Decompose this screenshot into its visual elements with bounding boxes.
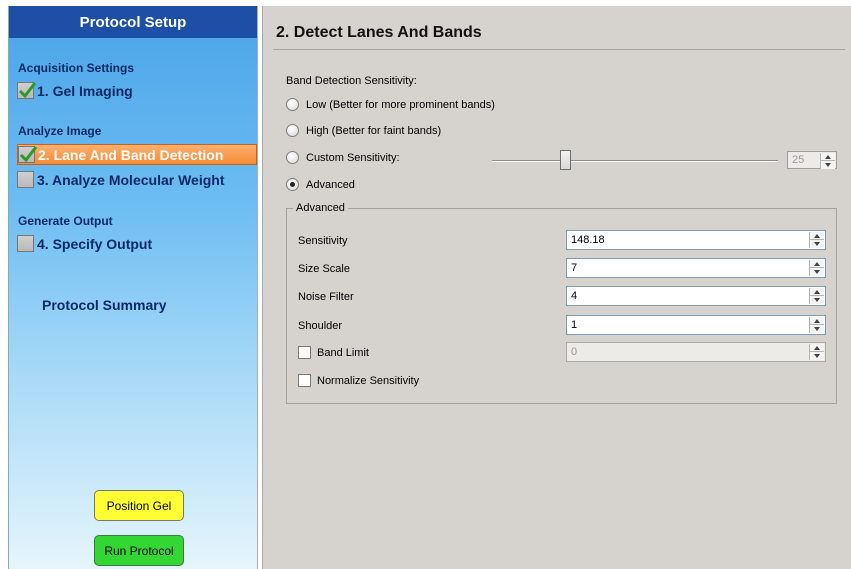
shoulder-label: Shoulder — [298, 320, 343, 332]
sensitivity-heading: Band Detection Sensitivity: — [286, 75, 417, 87]
normalize-sensitivity-checkbox[interactable] — [298, 374, 311, 387]
step-label: 4. Specify Output — [37, 235, 153, 252]
section-acquisition-settings: Acquisition Settings — [18, 61, 135, 75]
sensitivity-label: Sensitivity — [298, 235, 348, 247]
step-analyze-molecular-weight[interactable]: 3. Analyze Molecular Weight — [17, 169, 257, 190]
spinner-arrows-icon[interactable] — [809, 317, 824, 333]
protocol-sidebar: Protocol Setup Acquisition Settings 1. G… — [8, 6, 258, 569]
band-limit-label[interactable]: Band Limit — [317, 347, 369, 359]
checkbox-unchecked-icon — [17, 235, 34, 252]
page-title: 2. Detect Lanes And Bands — [276, 24, 482, 41]
band-limit-checkbox[interactable] — [298, 346, 311, 359]
sensitivity-slider-track[interactable] — [492, 160, 778, 162]
step-label: 3. Analyze Molecular Weight — [37, 171, 225, 188]
sensitivity-input[interactable]: 148.18 — [566, 230, 826, 250]
spinner-arrows-icon[interactable] — [809, 260, 824, 276]
size-scale-label: Size Scale — [298, 263, 350, 275]
section-analyze-image: Analyze Image — [18, 124, 102, 138]
checkbox-checked-icon — [18, 146, 38, 163]
spinner-arrows-icon[interactable] — [809, 344, 824, 360]
protocol-summary-link[interactable]: Protocol Summary — [42, 297, 166, 313]
noise-filter-value: 4 — [571, 290, 578, 302]
radio-custom[interactable] — [286, 151, 299, 164]
custom-sensitivity-field[interactable]: 25 — [787, 151, 837, 169]
spinner-arrows-icon[interactable] — [809, 288, 824, 304]
sidebar-header: Protocol Setup — [9, 6, 257, 38]
radio-low[interactable] — [286, 98, 299, 111]
step-specify-output[interactable]: 4. Specify Output — [17, 233, 257, 254]
radio-custom-label[interactable]: Custom Sensitivity: — [306, 152, 400, 164]
size-scale-input[interactable]: 7 — [566, 258, 826, 278]
sensitivity-slider-thumb[interactable] — [560, 150, 571, 170]
step-label: 1. Gel Imaging — [37, 82, 133, 99]
band-limit-value: 0 — [571, 346, 578, 358]
normalize-sensitivity-label[interactable]: Normalize Sensitivity — [317, 375, 419, 387]
sensitivity-value: 148.18 — [571, 234, 605, 246]
radio-high-label[interactable]: High (Better for faint bands) — [306, 125, 441, 137]
size-scale-value: 7 — [571, 262, 578, 274]
radio-advanced[interactable] — [286, 178, 299, 191]
checkbox-checked-icon — [17, 82, 37, 99]
spinner-arrows-icon[interactable] — [820, 153, 835, 169]
shoulder-input[interactable]: 1 — [566, 315, 826, 335]
shoulder-value: 1 — [571, 319, 578, 331]
noise-filter-label: Noise Filter — [298, 291, 354, 303]
run-protocol-button[interactable]: Run Protocol — [94, 535, 184, 566]
custom-sensitivity-value: 25 — [792, 154, 805, 166]
position-gel-button[interactable]: Position Gel — [94, 490, 184, 521]
radio-high[interactable] — [286, 124, 299, 137]
radio-low-label[interactable]: Low (Better for more prominent bands) — [306, 99, 495, 111]
checkbox-unchecked-icon — [17, 171, 34, 188]
title-divider — [273, 49, 845, 50]
section-generate-output: Generate Output — [18, 214, 113, 228]
step-gel-imaging[interactable]: 1. Gel Imaging — [17, 80, 257, 101]
step-lane-band-detection[interactable]: 2. Lane And Band Detection — [17, 144, 257, 165]
radio-advanced-label[interactable]: Advanced — [306, 179, 355, 191]
band-limit-input[interactable]: 0 — [566, 342, 826, 362]
advanced-group-title: Advanced — [293, 202, 348, 214]
noise-filter-input[interactable]: 4 — [566, 286, 826, 306]
main-panel: 2. Detect Lanes And Bands Band Detection… — [262, 6, 851, 569]
step-label: 2. Lane And Band Detection — [38, 146, 224, 163]
spinner-arrows-icon[interactable] — [809, 232, 824, 248]
